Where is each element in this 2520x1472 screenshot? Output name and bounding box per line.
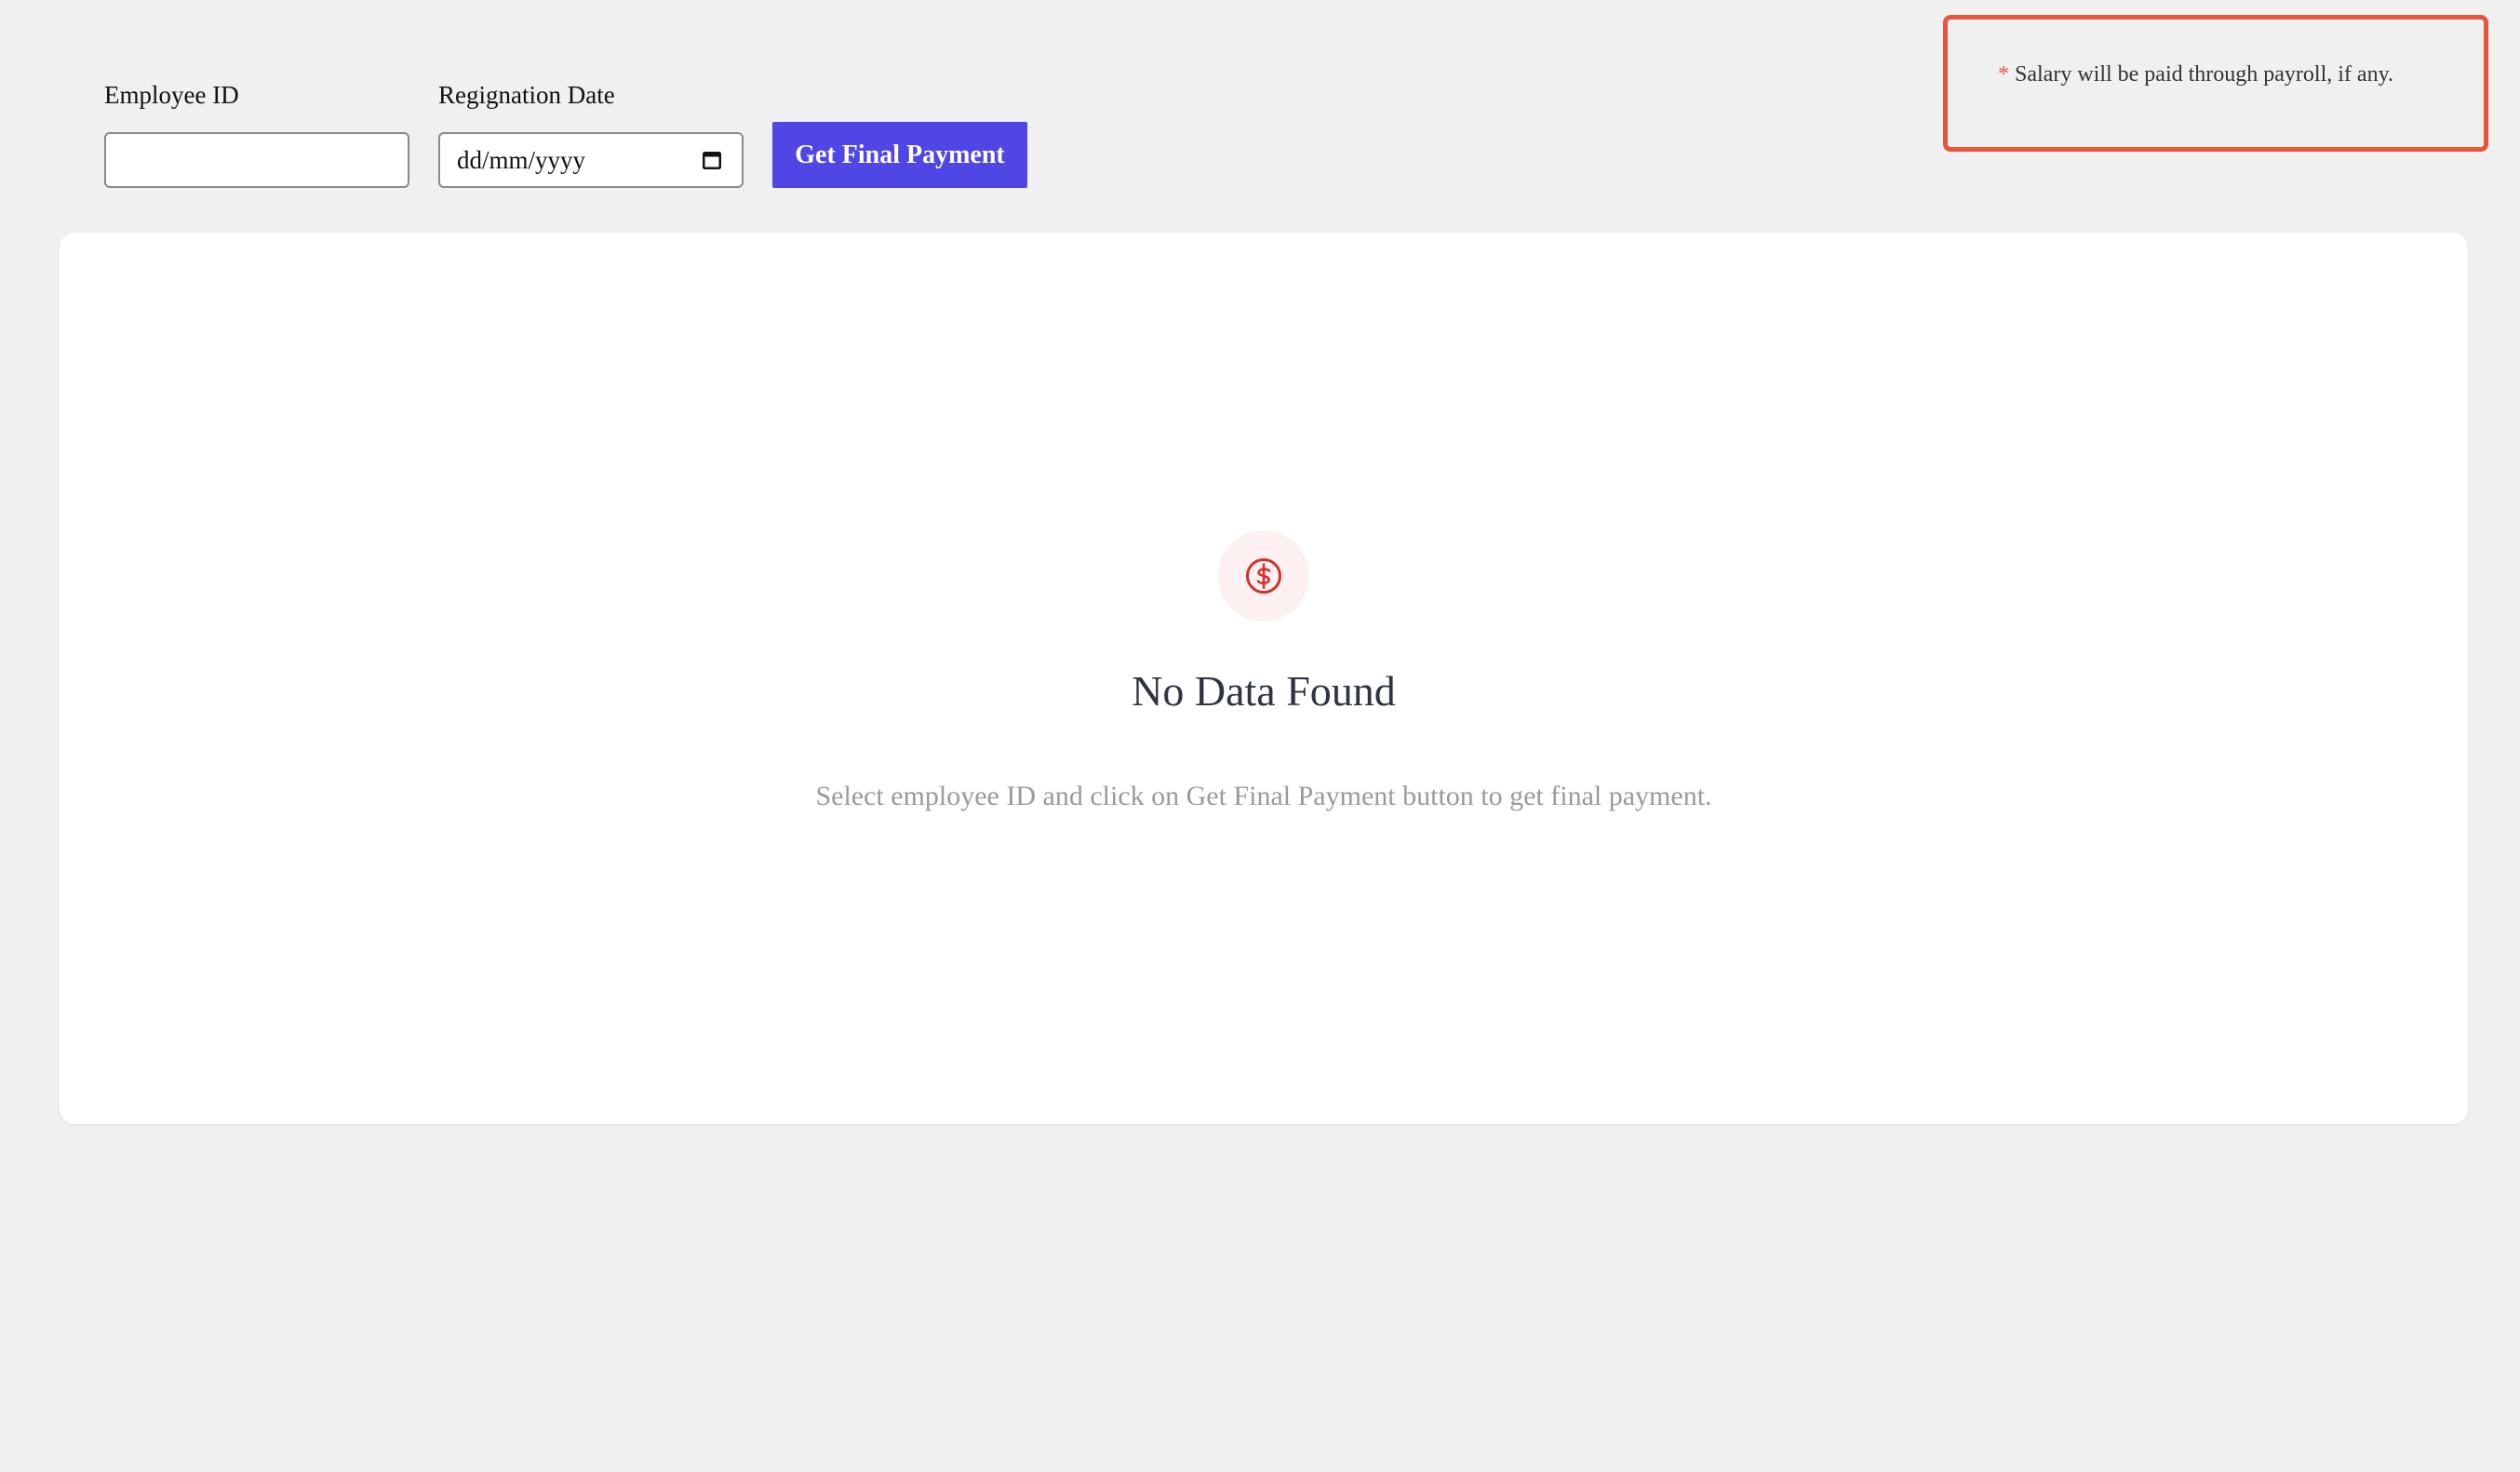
resignation-date-label: Regignation Date <box>438 81 615 109</box>
required-asterisk: * <box>1998 62 2009 87</box>
calendar-icon[interactable] <box>701 149 723 171</box>
date-placeholder: dd/mm/yyyy <box>457 145 586 174</box>
salary-notice-message: Salary will be paid through payroll, if … <box>2015 62 2394 87</box>
empty-state-icon-container <box>1218 530 1309 622</box>
salary-notice: * Salary will be paid through payroll, if… <box>1943 15 2488 152</box>
resignation-date-input[interactable]: dd/mm/yyyy <box>438 132 744 188</box>
get-final-payment-button[interactable]: Get Final Payment <box>772 122 1027 188</box>
empty-state-title: No Data Found <box>1132 667 1396 715</box>
results-panel: No Data Found Select employee ID and cli… <box>60 233 2468 1124</box>
employee-id-label: Employee ID <box>104 81 239 109</box>
empty-state-description: Select employee ID and click on Get Fina… <box>815 781 1712 811</box>
employee-id-input[interactable] <box>104 132 409 188</box>
salary-notice-text: * Salary will be paid through payroll, if… <box>1998 60 2393 88</box>
dollar-circle-icon <box>1246 558 1281 594</box>
